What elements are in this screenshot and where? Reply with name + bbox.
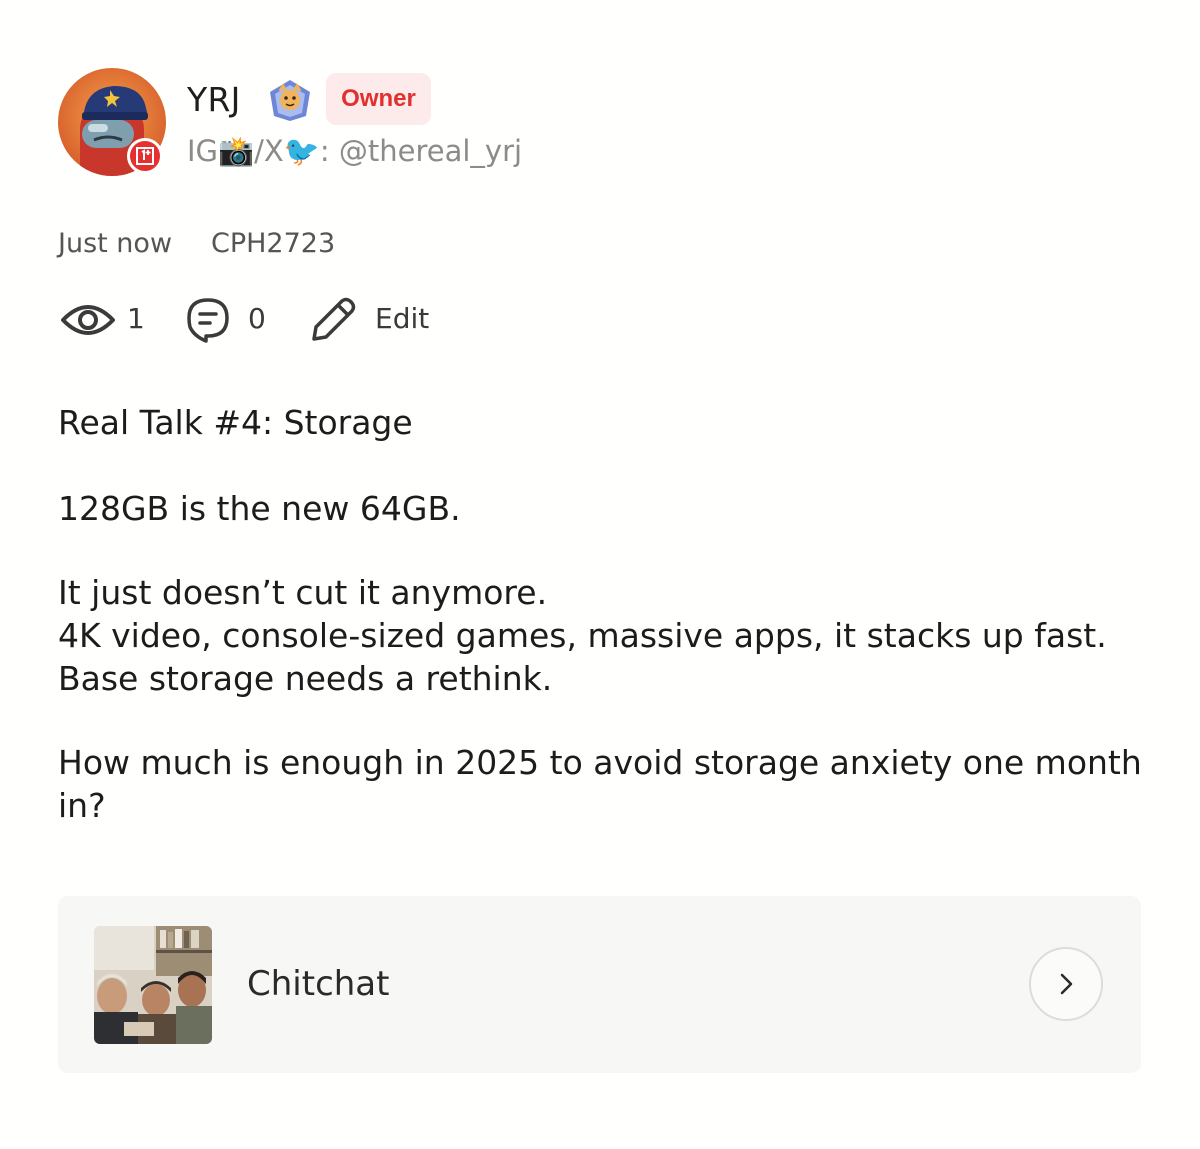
question-line: How much is enough in 2025 to avoid stor… (58, 743, 1142, 782)
post-timestamp: Just now (58, 228, 173, 259)
post-lead: 128GB is the new 64GB. (58, 487, 1148, 530)
eye-icon (60, 300, 116, 344)
pencil-icon[interactable] (310, 295, 358, 347)
paragraph-line: 4K video, console-sized games, massive a… (58, 616, 1107, 655)
post-lead-text: 128GB is the new 64GB. (58, 489, 461, 528)
comment-bubble-icon[interactable] (186, 297, 230, 347)
community-name: Chitchat (247, 964, 390, 1004)
community-thumbnail (94, 926, 212, 1044)
post-paragraph: It just doesn’t cut it anymore. 4K video… (58, 571, 1148, 700)
post-question: How much is enough in 2025 to avoid stor… (58, 741, 1148, 827)
owner-role-badge: Owner (326, 73, 431, 125)
open-community-button[interactable] (1029, 947, 1103, 1021)
post-device: CPH2723 (211, 228, 336, 259)
views-count: 1 (127, 302, 145, 335)
post-title-text: Real Talk #4: Storage (58, 403, 413, 442)
comments-count: 0 (248, 302, 266, 335)
paragraph-line: Base storage needs a rethink. (58, 659, 553, 698)
author-bio: IG📸/X🐦: @thereal_yrj (187, 134, 523, 168)
community-card[interactable]: Chitchat (58, 896, 1141, 1073)
chevron-right-icon (1060, 973, 1073, 995)
question-line: in? (58, 786, 106, 825)
author-name[interactable]: YRJ (187, 80, 241, 119)
post-title-line: Real Talk #4: Storage (58, 401, 1148, 444)
edit-button[interactable]: Edit (375, 302, 429, 335)
post-detail-page: YRJ Owner IG📸/X🐦: @thereal_yrj Just now … (0, 0, 1200, 1149)
paragraph-line: It just doesn’t cut it anymore. (58, 573, 548, 612)
level-badge-icon (266, 78, 314, 122)
oneplus-logo-icon (127, 138, 163, 174)
